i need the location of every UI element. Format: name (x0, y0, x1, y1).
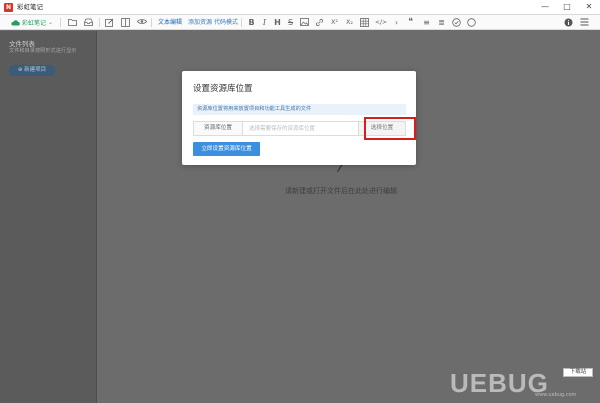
dialog-info-banner: 资源库位置将用来放置项目和功能工具生成的文件 (193, 104, 406, 115)
circle-icon[interactable] (466, 17, 477, 28)
superscript-button[interactable]: X² (329, 17, 340, 28)
checkbox-icon[interactable] (451, 17, 462, 28)
heading-button[interactable]: H (272, 17, 283, 28)
annotation-highlight-box (364, 117, 416, 140)
new-project-button[interactable]: ⊕ 新建项目 (9, 65, 55, 76)
window-title: 彩虹笔记 (17, 3, 43, 11)
quote-button[interactable]: ❝ (405, 17, 416, 28)
maximize-button[interactable]: □ (556, 0, 578, 15)
image-icon[interactable] (299, 17, 310, 28)
bold-button[interactable]: B (246, 17, 257, 28)
file-sidebar: 文件列表 文件和目录按照形式进行显示 ⊕ 新建项目 (0, 31, 97, 403)
cloud-icon (11, 20, 20, 26)
mode-code[interactable]: 代码模式 (214, 15, 238, 30)
chevron-icon[interactable]: › (391, 17, 402, 28)
edit-icon[interactable] (104, 17, 115, 28)
sidebar-subtitle: 文件和目录按照形式进行显示 (9, 48, 77, 54)
notebook-name: 彩虹笔记 (22, 20, 47, 27)
watermark-badge: 下载站 (563, 368, 593, 377)
location-field-label: 资源库位置 (193, 121, 243, 136)
columns-icon[interactable] (120, 17, 131, 28)
mode-text-edit[interactable]: 文本编辑 (158, 15, 182, 30)
unordered-list-button[interactable]: ≡ (421, 17, 432, 28)
chevron-down-icon: ⌄ (48, 19, 54, 26)
inbox-icon[interactable] (83, 17, 94, 28)
app-logo-icon: N (4, 3, 13, 12)
toolbar-divider (99, 18, 100, 27)
ordered-list-button[interactable]: ≣ (436, 17, 447, 28)
toolbar-divider (151, 18, 152, 27)
set-location-button[interactable]: 立即设置资源库位置 (193, 142, 260, 156)
code-button[interactable]: </> (375, 17, 387, 28)
subscript-button[interactable]: X₂ (344, 17, 355, 28)
empty-state-hint: 请新建或打开文件后在此处进行编辑 (285, 187, 397, 195)
location-input[interactable] (243, 121, 358, 136)
close-button[interactable]: ✕ (578, 0, 600, 15)
strikethrough-button[interactable]: S (285, 17, 296, 28)
watermark-url: www.uebug.com (535, 392, 577, 398)
eye-icon[interactable] (136, 17, 147, 28)
table-icon[interactable] (359, 17, 370, 28)
link-icon[interactable] (314, 17, 325, 28)
notebook-selector[interactable]: 彩虹笔记 ⌄ (11, 15, 53, 30)
editor-toolbar: 彩虹笔记 ⌄ 文本编辑 添加资源 代码模式 B I H S X² X₂ </> … (0, 15, 600, 30)
toolbar-divider (241, 18, 242, 27)
window-titlebar: N 彩虹笔记 — □ ✕ (0, 0, 600, 15)
mode-add-resource[interactable]: 添加资源 (188, 15, 212, 30)
folder-icon[interactable] (67, 17, 78, 28)
toolbar-divider (60, 18, 61, 27)
dialog-title: 设置资源库位置 (193, 84, 253, 94)
minimize-button[interactable]: — (534, 0, 556, 15)
italic-button[interactable]: I (259, 17, 270, 28)
window-controls: — □ ✕ (534, 0, 600, 15)
info-icon[interactable] (563, 17, 574, 28)
menu-icon[interactable] (579, 17, 590, 28)
